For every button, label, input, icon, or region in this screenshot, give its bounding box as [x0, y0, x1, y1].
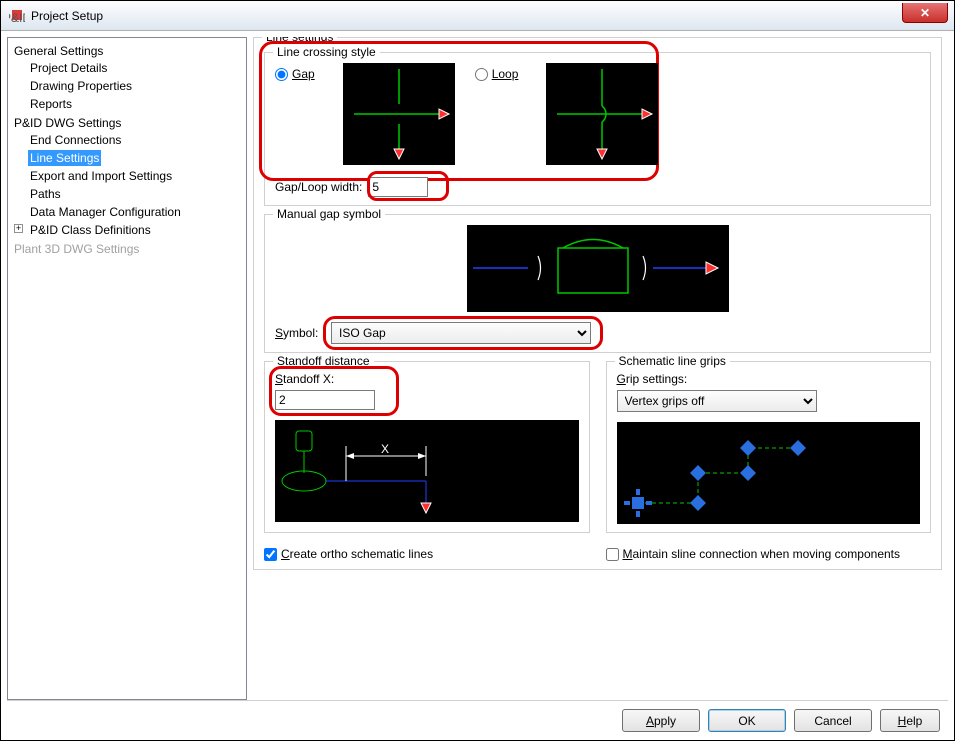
symbol-label-rest: ymbol: [283, 326, 318, 340]
settings-tree[interactable]: − General Settings Project Details Drawi… [7, 37, 247, 700]
content-pane: Line settings Line crossing style Gap [247, 37, 948, 700]
tree-plant3d-dwg: Plant 3D DWG Settings [12, 241, 141, 257]
grips-group: Schematic line grips Grip settings: Vert… [606, 361, 932, 533]
preview-loop [546, 63, 658, 165]
tree-pid-dwg-settings[interactable]: P&ID DWG Settings [12, 115, 123, 131]
preview-standoff: X [275, 420, 579, 522]
title-bar: P&ID Project Setup ✕ [1, 1, 954, 31]
ok-button[interactable]: OK [708, 709, 786, 732]
line-settings-legend: Line settings [262, 37, 337, 44]
maintain-conn-rest: aintain sline connection when moving com… [633, 547, 901, 561]
window-title: Project Setup [31, 9, 103, 23]
tree-line-settings[interactable]: Line Settings [28, 150, 101, 166]
maintain-conn-input[interactable] [606, 548, 619, 561]
standoff-group: Standoff distance Standoff X: [264, 361, 590, 533]
tree-general-settings[interactable]: General Settings [12, 43, 105, 59]
manual-gap-legend: Manual gap symbol [273, 207, 385, 221]
line-crossing-group: Line crossing style Gap [264, 52, 931, 206]
preview-manual-gap [467, 225, 729, 312]
symbol-select[interactable]: ISO Gap [331, 322, 591, 344]
manual-gap-group: Manual gap symbol [264, 214, 931, 353]
button-bar: Apply OK Cancel Help [7, 700, 948, 740]
expand-pid-class[interactable]: + [14, 224, 23, 233]
tree-pid-class-defs[interactable]: P&ID Class Definitions [28, 222, 153, 238]
tree-export-import[interactable]: Export and Import Settings [28, 168, 174, 184]
preview-grips [617, 422, 921, 524]
create-ortho-input[interactable] [264, 548, 277, 561]
close-button[interactable]: ✕ [902, 3, 948, 23]
standoff-legend: Standoff distance [273, 354, 374, 368]
maintain-conn-checkbox[interactable]: Maintain sline connection when moving co… [606, 547, 932, 561]
radio-loop[interactable]: Loop [475, 67, 519, 81]
line-settings-group: Line settings Line crossing style Gap [253, 37, 942, 570]
gap-loop-width-label: Gap/Loop width: [275, 180, 362, 194]
radio-loop-input[interactable] [475, 68, 488, 81]
apply-button[interactable]: Apply [622, 709, 700, 732]
radio-gap-label: Gap [292, 67, 315, 81]
tree-reports[interactable]: Reports [28, 96, 74, 112]
gap-loop-width-input[interactable] [368, 177, 428, 197]
standoff-x-char: X [381, 442, 389, 456]
standoff-x-label: Standoff X: [275, 372, 579, 386]
tree-end-connections[interactable]: End Connections [28, 132, 123, 148]
grip-settings-select[interactable]: Vertex grips off [617, 390, 817, 412]
radio-gap[interactable]: Gap [275, 67, 315, 81]
create-ortho-rest: reate ortho schematic lines [290, 547, 433, 561]
radio-loop-label: Loop [492, 67, 519, 81]
tree-data-manager[interactable]: Data Manager Configuration [28, 204, 183, 220]
preview-gap [343, 63, 455, 165]
tree-drawing-properties[interactable]: Drawing Properties [28, 78, 134, 94]
standoff-x-input[interactable] [275, 390, 375, 410]
grips-legend: Schematic line grips [615, 354, 730, 368]
tree-paths[interactable]: Paths [28, 186, 63, 202]
help-button[interactable]: Help [880, 709, 940, 732]
tree-project-details[interactable]: Project Details [28, 60, 109, 76]
line-crossing-legend: Line crossing style [273, 45, 380, 59]
radio-gap-input[interactable] [275, 68, 288, 81]
create-ortho-checkbox[interactable]: Create ortho schematic lines [264, 547, 590, 561]
svg-text:P&ID: P&ID [9, 11, 25, 24]
close-icon: ✕ [920, 6, 930, 20]
grip-settings-label-rest: rip settings: [626, 372, 687, 386]
app-icon: P&ID [9, 8, 25, 24]
cancel-button[interactable]: Cancel [794, 709, 872, 732]
